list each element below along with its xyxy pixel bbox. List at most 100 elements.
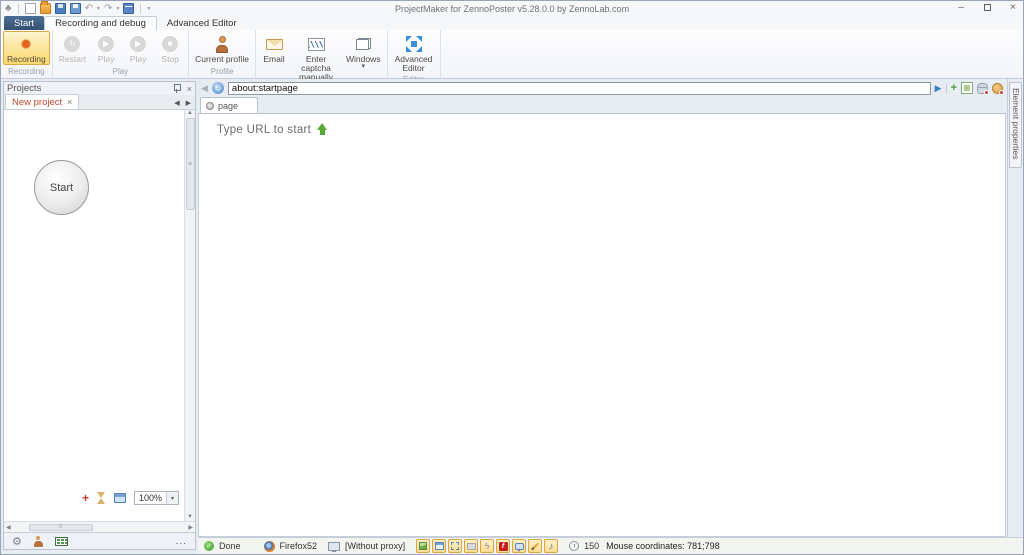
project-tab-close-icon[interactable]: × — [67, 97, 72, 107]
app-logo-icon: ♣ — [5, 4, 12, 14]
save-icon[interactable] — [55, 3, 66, 14]
undo-dropdown-icon[interactable]: ▾ — [97, 6, 100, 12]
fit-crosshair-icon[interactable]: + — [82, 493, 89, 503]
undo-icon[interactable]: ↶ — [85, 3, 93, 14]
browser-window-toggle[interactable] — [432, 539, 446, 553]
proxy-label[interactable]: [Without proxy] — [345, 541, 405, 551]
images-toggle[interactable] — [416, 539, 430, 553]
play-step-button-label: Play — [130, 55, 147, 64]
enter-captcha-label: Enter captcha manually — [294, 55, 338, 82]
music-note-icon: ♪ — [549, 541, 554, 551]
dialogs-toggle[interactable] — [512, 539, 526, 553]
panel-more-button[interactable]: ... — [176, 536, 187, 547]
project-tab-new-project[interactable]: New project × — [5, 94, 79, 109]
settings-gear-icon[interactable]: ⚙ — [12, 535, 22, 548]
script-toggle[interactable]: ϟ — [480, 539, 494, 553]
save-as-icon[interactable] — [70, 3, 81, 14]
browser-tab-bar: page — [198, 97, 1006, 114]
tab-recording-and-debug[interactable]: Recording and debug — [44, 16, 157, 30]
zoom-select[interactable]: 100% ▾ — [134, 491, 179, 505]
customize-toolbar-icon[interactable]: ▾ — [147, 6, 150, 12]
canvas-vertical-scrollbar[interactable]: ▲ ≡ ▼ — [184, 110, 195, 521]
minimize-button[interactable]: – — [955, 2, 967, 14]
element-properties-tab[interactable]: Element properties — [1009, 82, 1022, 168]
tabs-list-icon[interactable] — [961, 82, 973, 94]
flash-toggle[interactable]: f — [496, 539, 510, 553]
restart-icon: ↻ — [64, 36, 80, 52]
go-icon[interactable]: ▶ — [935, 83, 942, 94]
panel-close-icon[interactable]: × — [187, 84, 192, 94]
scroll-right-icon[interactable]: ▶ — [188, 524, 193, 531]
group-label-profile: Profile — [191, 66, 253, 78]
project-canvas[interactable]: Start ▲ ≡ ▼ + 100% ▾ — [4, 110, 195, 521]
enter-captcha-button[interactable]: Enter captcha manually — [290, 31, 342, 83]
divider — [18, 4, 19, 14]
url-input[interactable] — [228, 82, 931, 95]
sound-toggle[interactable]: ♪ — [544, 539, 558, 553]
restore-button[interactable] — [981, 2, 993, 14]
zoom-dropdown-icon[interactable]: ▾ — [166, 492, 178, 504]
browser-tab-page[interactable]: page — [200, 97, 258, 113]
windows-button[interactable]: Windows ▾ — [342, 31, 384, 71]
proxy-icon[interactable] — [328, 542, 340, 551]
start-node[interactable]: Start — [34, 160, 89, 215]
pin-icon[interactable] — [173, 84, 180, 93]
green-up-arrow-icon — [317, 123, 328, 136]
browser-region: ◀ ↻ ▶ + page Type URL to start — [198, 79, 1006, 537]
ribbon-group-tools: Email Enter captcha manually Windows ▾ T… — [256, 30, 387, 78]
projects-panel: Projects × New project × ◀ ▶ Start — [3, 81, 196, 550]
advanced-editor-label: Advanced Editor — [394, 55, 434, 73]
firefox-icon[interactable] — [264, 541, 275, 552]
pencil-icon — [531, 542, 539, 550]
selection-toggle[interactable] — [448, 539, 462, 553]
back-icon[interactable]: ◀ — [201, 83, 208, 94]
scroll-down-icon[interactable]: ▼ — [187, 514, 193, 520]
browser-content[interactable]: Type URL to start — [198, 114, 1006, 537]
email-button[interactable]: Email — [258, 31, 290, 65]
refresh-icon[interactable]: ↻ — [212, 82, 224, 94]
variables-table-icon[interactable] — [55, 537, 68, 546]
play-button[interactable]: ▶ Play — [90, 31, 122, 65]
recording-button[interactable]: Recording — [3, 31, 50, 65]
hourglass-icon[interactable] — [97, 492, 106, 504]
restart-button[interactable]: ↻ Restart — [55, 31, 90, 65]
record-icon — [22, 40, 30, 48]
new-project-icon[interactable] — [25, 3, 36, 14]
clear-cache-icon[interactable] — [977, 83, 988, 94]
draw-toggle[interactable] — [528, 539, 542, 553]
vertical-scroll-thumb[interactable]: ≡ — [186, 118, 195, 210]
play-button-label: Play — [98, 55, 115, 64]
canvas-horizontal-scrollbar[interactable]: ◀ ≡ ▶ — [4, 521, 195, 532]
css-toggle[interactable] — [464, 539, 478, 553]
notes-icon[interactable] — [123, 3, 134, 14]
open-project-icon[interactable] — [40, 3, 51, 14]
add-tab-icon[interactable]: + — [951, 82, 957, 94]
scroll-left-icon[interactable]: ◀ — [6, 524, 11, 531]
browser-name[interactable]: Firefox52 — [280, 541, 318, 551]
ribbon-group-profile: Current profile Profile — [189, 30, 256, 78]
restart-button-label: Restart — [59, 55, 86, 64]
flash-icon: f — [499, 542, 508, 551]
redo-dropdown-icon[interactable]: ▾ — [116, 6, 119, 12]
tab-scroll-left-icon[interactable]: ◀ — [174, 99, 179, 107]
clear-cookies-icon[interactable] — [992, 83, 1003, 94]
fit-window-icon[interactable] — [114, 493, 126, 503]
play-step-button[interactable]: ▶ Play — [122, 31, 154, 65]
tab-scroll-right-icon[interactable]: ▶ — [186, 99, 191, 107]
start-node-label: Start — [50, 182, 73, 194]
group-label-recording: Recording — [3, 66, 50, 78]
restore-icon — [984, 4, 991, 11]
tab-start[interactable]: Start — [4, 16, 44, 30]
advanced-editor-button[interactable]: Advanced Editor — [390, 31, 438, 74]
horizontal-scroll-thumb[interactable]: ≡ — [29, 524, 93, 531]
status-bar: ✓ Done Firefox52 [Without proxy] ϟ f ♪ 1… — [198, 537, 1023, 554]
profile-icon[interactable] — [34, 536, 43, 547]
current-profile-button[interactable]: Current profile — [191, 31, 253, 65]
close-button[interactable]: × — [1007, 2, 1019, 14]
timer-value: 150 — [584, 541, 599, 551]
stop-button[interactable]: ■ Stop — [154, 31, 186, 65]
scroll-up-icon[interactable]: ▲ — [187, 110, 193, 116]
tab-advanced-editor[interactable]: Advanced Editor — [157, 16, 247, 30]
thumb-grip-icon: ≡ — [59, 524, 63, 530]
redo-icon[interactable]: ↷ — [104, 3, 112, 14]
